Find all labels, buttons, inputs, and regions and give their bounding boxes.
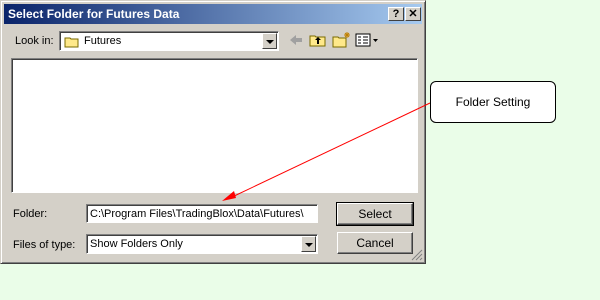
- arrow-head-icon: [222, 191, 236, 201]
- callout-arrow: [229, 102, 431, 199]
- folder-setting-callout: Folder Setting: [430, 81, 556, 123]
- annotation-overlay: [222, 102, 431, 201]
